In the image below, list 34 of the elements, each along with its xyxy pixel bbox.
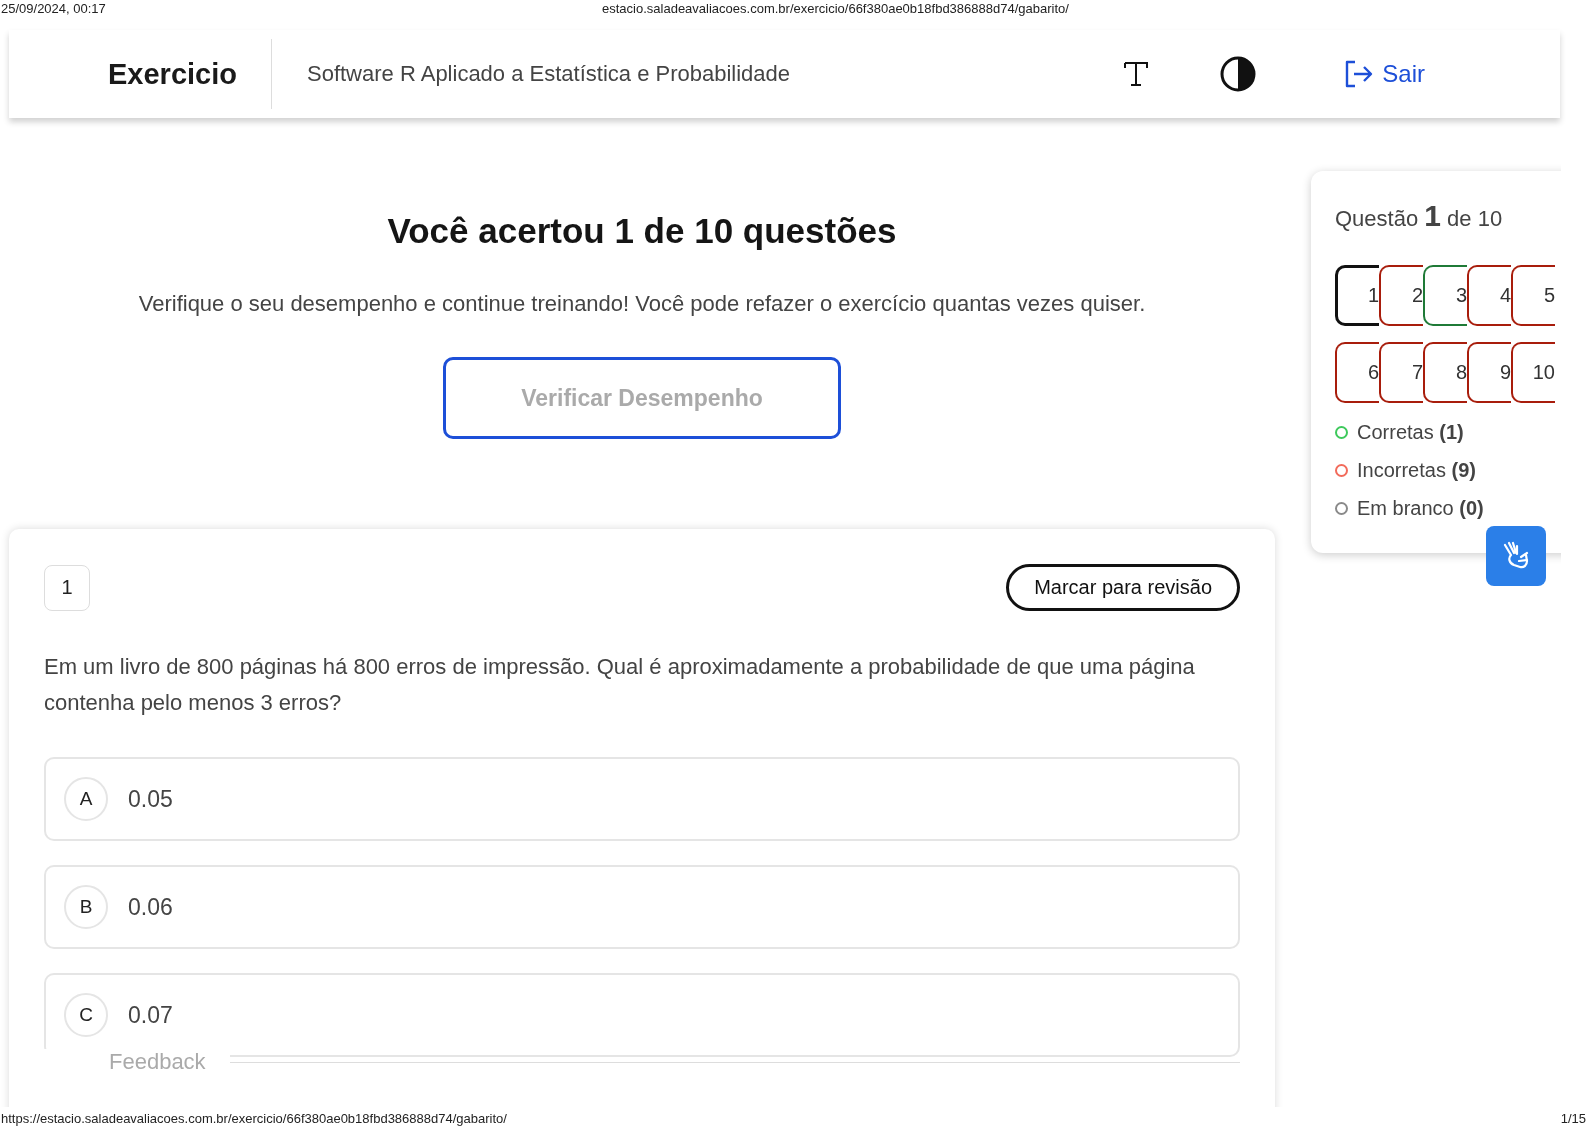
print-date: 25/09/2024, 00:17 <box>1 0 106 16</box>
font-size-icon[interactable] <box>1122 60 1151 88</box>
question-button[interactable]: 6 <box>1335 342 1379 403</box>
result-heading: Você acertou 1 de 10 questões <box>386 211 898 251</box>
print-url: https://estacio.saladeavaliacoes.com.br/exercicio/66f380ae0b18fbd386888d74/gabarito/ <box>1 1110 507 1126</box>
question-button[interactable]: 3 <box>1423 265 1467 326</box>
question-button[interactable]: 8 <box>1423 342 1467 403</box>
option-letter: C <box>64 993 108 1037</box>
question-text: Em um livro de 800 páginas há 800 erros de impressão. Qual é aproximadamente a probabilidade de que uma página contenha pelo menos 3 erros? <box>44 653 1196 717</box>
review-button[interactable]: Marcar para revisão <box>1006 564 1240 611</box>
answer-option[interactable]: B 0.06 <box>44 865 1240 949</box>
option-letter: A <box>64 777 108 821</box>
question-button[interactable]: 4 <box>1467 265 1511 326</box>
legend-label: Corretas (1) <box>1357 420 1464 444</box>
question-button[interactable]: 9 <box>1467 342 1511 403</box>
contrast-icon[interactable] <box>1220 56 1257 92</box>
question-button[interactable]: 2 <box>1379 265 1423 326</box>
question-number: 1 <box>44 564 90 611</box>
question-counter: Questão 1 de 10 <box>1335 199 1504 233</box>
question-button[interactable]: 1 <box>1335 265 1379 326</box>
print-url: estacio.saladeavaliacoes.com.br/exercicio/66f380ae0b18fbd386888d74/gabarito/ <box>602 0 1069 16</box>
option-letter: B <box>64 885 108 929</box>
subject-title: Software R Aplicado a Estatística e Probabilidade <box>307 61 791 87</box>
question-button[interactable]: 5 <box>1511 265 1555 326</box>
result-subtitle: Verifique o seu desempenho e continue treinando! Você pode refazer o exercício quantas vezes quiser. <box>137 291 1147 317</box>
legend-label: Incorretas (9) <box>1357 458 1476 482</box>
question-button[interactable]: 7 <box>1379 342 1423 403</box>
logout-link[interactable]: Sair <box>1342 58 1425 90</box>
legend-label: Em branco (0) <box>1357 496 1484 520</box>
sign-language-button[interactable] <box>1486 526 1546 586</box>
page-number: 1/15 <box>1560 1110 1586 1126</box>
page-title: Exercicio <box>108 39 272 109</box>
answer-option[interactable]: A 0.05 <box>44 757 1240 841</box>
question-button[interactable]: 10 <box>1511 342 1555 403</box>
